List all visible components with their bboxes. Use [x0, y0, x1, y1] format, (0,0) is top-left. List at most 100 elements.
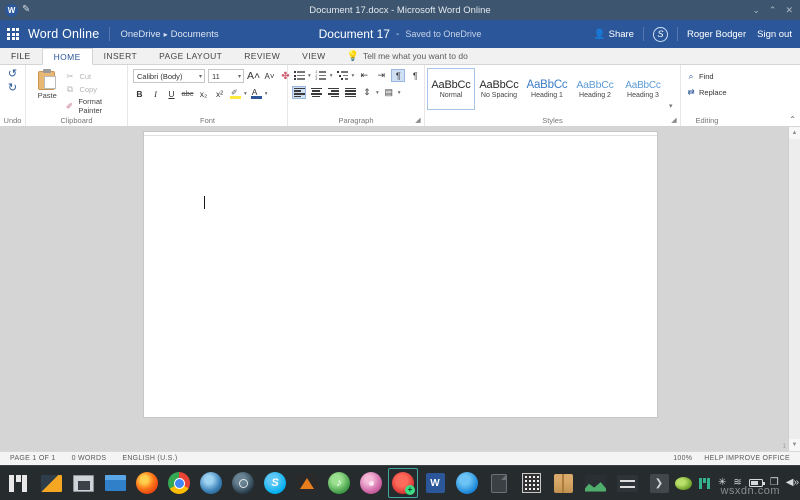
justify-icon[interactable]: [343, 86, 357, 99]
text-highlight-color-icon[interactable]: ✐: [229, 87, 242, 100]
chrome-icon[interactable]: [164, 468, 194, 498]
paragraph-dialog-launcher[interactable]: ◢: [414, 117, 422, 125]
skype-icon[interactable]: S: [260, 468, 290, 498]
page-info[interactable]: PAGE 1 OF 1: [10, 455, 56, 462]
style-heading-3[interactable]: AaBbCc Heading 3: [619, 68, 667, 110]
thunderbird-icon[interactable]: [196, 468, 226, 498]
cut-button[interactable]: ✂ Cut: [64, 71, 123, 82]
skype-button[interactable]: S: [644, 27, 677, 42]
landscape-icon[interactable]: [580, 468, 610, 498]
breadcrumb[interactable]: OneDrive▸Documents: [110, 29, 228, 40]
styles-dialog-launcher[interactable]: ◢: [670, 117, 678, 125]
scroll-down-button[interactable]: ▼: [789, 439, 800, 451]
chevron-down-icon[interactable]: ▾: [398, 90, 401, 96]
increase-indent-icon[interactable]: ⇥: [374, 69, 388, 82]
styles-more-button[interactable]: ▾: [667, 68, 673, 110]
shrink-font-icon[interactable]: A˅: [263, 70, 276, 83]
redo-arrow-icon[interactable]: ↻: [8, 83, 17, 94]
undo-arrow-icon[interactable]: ↺: [8, 69, 17, 80]
next-workspace-icon[interactable]: ❯: [644, 468, 674, 498]
steam-icon[interactable]: [228, 468, 258, 498]
word-online-icon[interactable]: W: [420, 468, 450, 498]
underline-button[interactable]: U: [165, 87, 178, 100]
align-right-icon[interactable]: [326, 86, 340, 99]
archive-box-icon[interactable]: [548, 468, 578, 498]
style-heading-2[interactable]: AaBbCc Heading 2: [571, 68, 619, 110]
settings-sliders-icon[interactable]: [612, 468, 642, 498]
android-studio-icon[interactable]: [388, 468, 418, 498]
screenshot-tool-icon[interactable]: [68, 468, 98, 498]
manjaro-tray-icon[interactable]: [699, 478, 711, 489]
sign-out-link[interactable]: Sign out: [755, 29, 792, 40]
bold-button[interactable]: B: [133, 87, 146, 100]
share-button[interactable]: 👤 Share: [585, 29, 643, 40]
replace-button[interactable]: ⇄ Replace: [686, 87, 727, 98]
tab-review[interactable]: REVIEW: [233, 48, 291, 64]
vlc-icon[interactable]: [292, 468, 322, 498]
bluetooth-icon[interactable]: ✳: [718, 478, 726, 488]
decrease-indent-icon[interactable]: ⇤: [357, 69, 371, 82]
nvidia-icon[interactable]: [675, 477, 692, 490]
paste-button[interactable]: Paste: [30, 69, 64, 100]
format-painter-button[interactable]: ✐ Format Painter: [64, 97, 123, 115]
line-spacing-icon[interactable]: ⇕: [360, 86, 374, 99]
language-indicator[interactable]: ENGLISH (U.S.): [122, 455, 177, 462]
volume-icon[interactable]: ◀»: [786, 478, 799, 488]
shading-icon[interactable]: ▤: [382, 86, 396, 99]
find-button[interactable]: ⌕ Find: [686, 71, 714, 82]
disc-burner-icon[interactable]: [356, 468, 386, 498]
multilevel-list-icon[interactable]: [336, 69, 350, 82]
tab-view[interactable]: VIEW: [291, 48, 336, 64]
pen-icon[interactable]: ✎: [22, 4, 34, 16]
style-no-spacing[interactable]: AaBbCc No Spacing: [475, 68, 523, 110]
left-to-right-icon[interactable]: ¶: [391, 69, 405, 82]
document-canvas[interactable]: ▲ ▼ 1: [0, 127, 800, 451]
document-name[interactable]: Document 17: [319, 27, 390, 41]
grow-font-icon[interactable]: A˄: [247, 70, 260, 83]
bullets-icon[interactable]: [292, 69, 306, 82]
chevron-down-icon[interactable]: ▾: [330, 73, 333, 79]
font-name-combo[interactable]: Calibri (Body) ▾: [133, 69, 205, 83]
numbering-icon[interactable]: 123: [314, 69, 328, 82]
chevron-down-icon[interactable]: ▾: [308, 73, 311, 79]
app-launcher-icon[interactable]: [0, 20, 26, 48]
copy-button[interactable]: ⧉ Copy: [64, 84, 123, 95]
tab-file[interactable]: FILE: [0, 48, 42, 64]
chevron-down-icon[interactable]: ▾: [244, 91, 247, 97]
breadcrumb-child[interactable]: Documents: [171, 29, 219, 40]
italic-button[interactable]: I: [149, 87, 162, 100]
superscript-button[interactable]: x²: [213, 87, 226, 100]
document-page[interactable]: [144, 132, 657, 417]
firefox-icon[interactable]: [132, 468, 162, 498]
strikethrough-button[interactable]: abc: [181, 87, 194, 100]
wifi-icon[interactable]: ≋: [733, 478, 741, 488]
brand-label[interactable]: Word Online: [26, 27, 109, 41]
chevron-down-icon[interactable]: ▾: [265, 91, 268, 97]
clipboard-tray-icon[interactable]: ❐: [770, 478, 779, 488]
vertical-scrollbar[interactable]: ▲ ▼: [788, 127, 800, 451]
tab-home[interactable]: HOME: [42, 48, 93, 65]
browser-window-icon[interactable]: [452, 468, 482, 498]
user-name[interactable]: Roger Bodger: [678, 29, 755, 40]
qr-code-icon[interactable]: [516, 468, 546, 498]
font-size-combo[interactable]: 11 ▾: [208, 69, 244, 83]
image-viewer-icon[interactable]: [36, 468, 66, 498]
help-improve-office[interactable]: HELP IMPROVE OFFICE: [704, 455, 790, 462]
minimize-button[interactable]: ⌄: [752, 6, 760, 15]
chevron-down-icon[interactable]: ▾: [376, 90, 379, 96]
maximize-button[interactable]: ⌃: [769, 6, 777, 15]
zoom-level[interactable]: 100%: [673, 455, 692, 462]
subscript-button[interactable]: x₂: [197, 87, 210, 100]
align-center-icon[interactable]: [309, 86, 323, 99]
chevron-down-icon[interactable]: ▾: [352, 73, 355, 79]
right-to-left-icon[interactable]: ¶: [408, 69, 422, 82]
style-heading-1[interactable]: AaBbCc Heading 1: [523, 68, 571, 110]
collapse-ribbon-chevron-icon[interactable]: ⌃: [789, 115, 796, 124]
tab-insert[interactable]: INSERT: [93, 48, 148, 64]
battery-icon[interactable]: [749, 479, 763, 487]
align-left-icon[interactable]: [292, 86, 306, 99]
scroll-up-button[interactable]: ▲: [789, 127, 800, 139]
file-manager-icon[interactable]: [100, 468, 130, 498]
manjaro-menu-icon[interactable]: [4, 468, 34, 498]
tab-page-layout[interactable]: PAGE LAYOUT: [148, 48, 233, 64]
